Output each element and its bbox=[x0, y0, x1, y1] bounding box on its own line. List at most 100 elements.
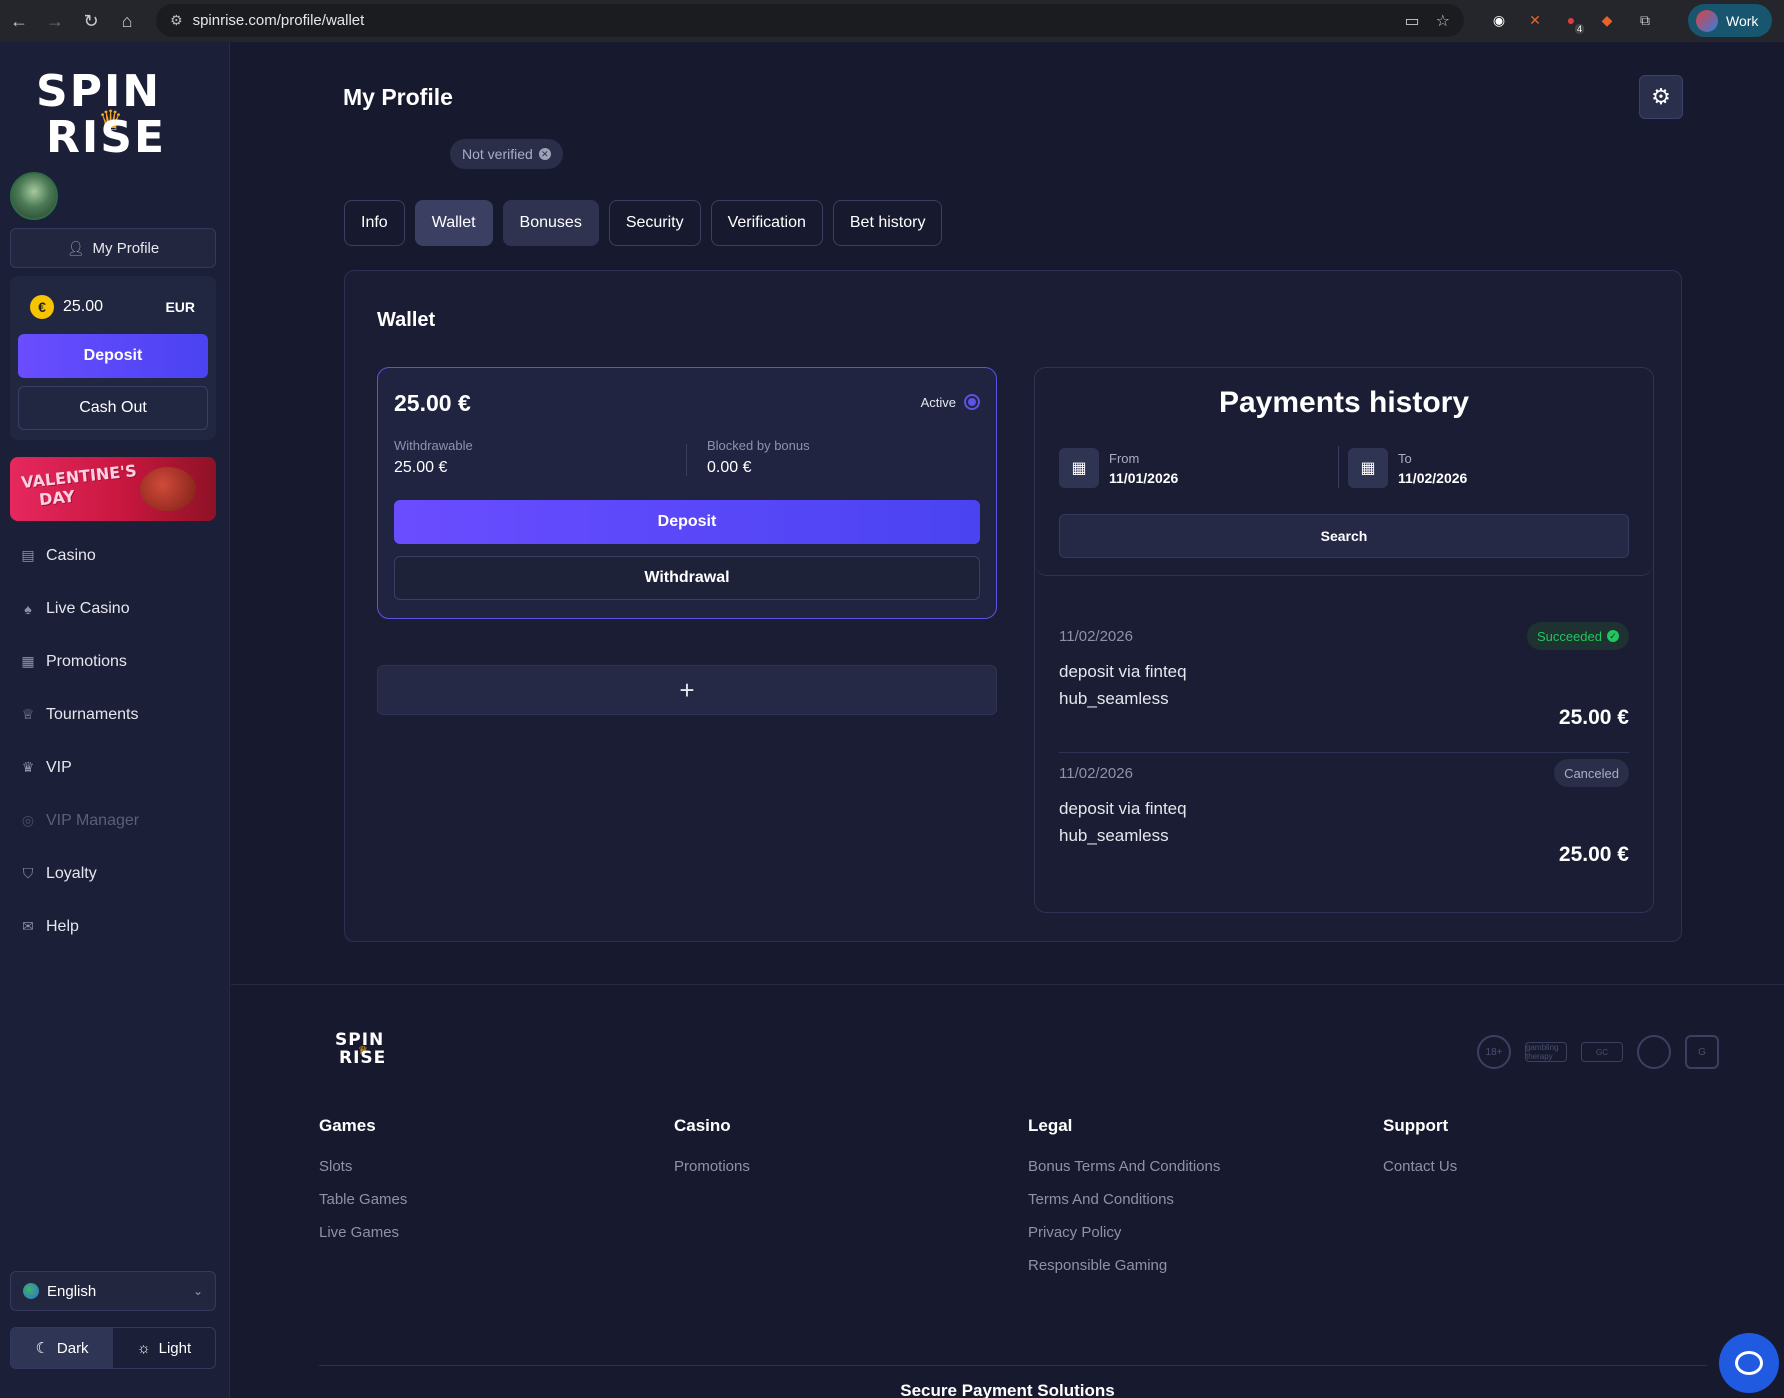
transaction-amount: 25.00 € bbox=[1558, 843, 1629, 866]
footer-link[interactable]: Promotions bbox=[674, 1158, 750, 1191]
profile-tabs: Info Wallet Bonuses Security Verificatio… bbox=[344, 200, 943, 246]
profile-chip[interactable]: Work bbox=[1688, 4, 1772, 37]
sidebar-item-vip-manager[interactable]: ◎ VIP Manager bbox=[0, 794, 230, 847]
search-button[interactable]: Search bbox=[1059, 514, 1629, 558]
live-chat-button[interactable] bbox=[1719, 1333, 1779, 1393]
back-icon[interactable]: ← bbox=[2, 4, 36, 38]
extension-icon[interactable]: ● 4 bbox=[1558, 6, 1584, 34]
valentines-promo-banner[interactable]: VALENTINE'S DAY bbox=[10, 457, 216, 521]
radio-selected-icon[interactable] bbox=[964, 394, 980, 410]
footer-heading: Games bbox=[319, 1116, 376, 1135]
tab-bet-history[interactable]: Bet history bbox=[832, 200, 943, 246]
sidebar-item-tournaments[interactable]: ♕ Tournaments bbox=[0, 688, 230, 741]
site-logo[interactable]: SPIN ♛ RISE bbox=[36, 66, 196, 166]
blocked-by-bonus-block: Blocked by bonus 0.00 € bbox=[707, 438, 810, 477]
gambling-commission-logo[interactable]: G bbox=[1685, 1035, 1719, 1069]
wallet-active-toggle[interactable]: Active bbox=[921, 394, 980, 410]
extension-icon[interactable]: ◆ bbox=[1594, 6, 1620, 34]
close-circle-icon: ✕ bbox=[538, 148, 551, 160]
forward-icon[interactable]: → bbox=[38, 4, 72, 38]
avatar[interactable] bbox=[10, 172, 58, 220]
cash-out-button[interactable]: Cash Out bbox=[18, 386, 208, 430]
status-label: Canceled bbox=[1564, 765, 1619, 781]
sidebar-item-casino[interactable]: ▤ Casino bbox=[0, 529, 230, 582]
footer-link[interactable]: Responsible Gaming bbox=[1028, 1257, 1220, 1290]
bookmark-star-icon[interactable]: ☆ bbox=[1436, 11, 1450, 31]
footer-link[interactable]: Privacy Policy bbox=[1028, 1224, 1220, 1257]
gambling-therapy-logo[interactable]: gambling therapy bbox=[1525, 1042, 1567, 1062]
calendar-icon[interactable]: ▦ bbox=[1348, 448, 1388, 488]
profile-chip-label: Work bbox=[1726, 12, 1759, 29]
extension-icon[interactable]: ✕ bbox=[1522, 6, 1548, 34]
extensions-puzzle-icon[interactable]: ⧉ bbox=[1632, 6, 1658, 34]
gc-logo[interactable]: GC bbox=[1581, 1042, 1623, 1062]
language-label: English bbox=[47, 1282, 97, 1300]
certification-logos: 18+ gambling therapy GC G bbox=[1477, 1035, 1719, 1069]
promo-text-line: VALENTINE'S bbox=[20, 461, 138, 493]
footer-heading: Legal bbox=[1028, 1116, 1073, 1135]
language-select[interactable]: English ⌄ bbox=[10, 1271, 216, 1311]
install-app-icon[interactable]: ▭ bbox=[1405, 11, 1420, 31]
sidebar-item-loyalty[interactable]: ⛉ Loyalty bbox=[0, 847, 230, 900]
euro-coin-icon: € bbox=[30, 295, 54, 319]
logo-text: RISE bbox=[46, 112, 166, 163]
gift-icon: ▦ bbox=[21, 653, 35, 669]
license-seal-icon[interactable] bbox=[1637, 1035, 1671, 1069]
my-profile-button[interactable]: 👤︎ My Profile bbox=[10, 228, 216, 268]
tab-wallet[interactable]: Wallet bbox=[414, 200, 493, 246]
footer-link[interactable]: Slots bbox=[319, 1158, 407, 1191]
footer-link[interactable]: Terms And Conditions bbox=[1028, 1191, 1220, 1224]
date-to-label: To bbox=[1398, 450, 1412, 466]
divider bbox=[1059, 752, 1629, 753]
date-to-field[interactable]: ▦ To 11/02/2026 bbox=[1348, 448, 1467, 488]
my-profile-label: My Profile bbox=[92, 239, 160, 257]
footer-link[interactable]: Bonus Terms And Conditions bbox=[1028, 1158, 1220, 1191]
tab-bonuses[interactable]: Bonuses bbox=[502, 200, 599, 246]
verification-status-label: Not verified bbox=[462, 146, 533, 162]
browser-toolbar: ← → ↻ ⌂ ⚙ spinrise.com/profile/wallet ▭ … bbox=[0, 0, 1784, 42]
settings-button[interactable]: ⚙ bbox=[1639, 75, 1683, 119]
footer-column-support: Support Contact Us bbox=[1383, 1116, 1457, 1191]
extension-icon[interactable]: ◉ bbox=[1486, 6, 1512, 34]
calendar-icon[interactable]: ▦ bbox=[1059, 448, 1099, 488]
theme-light-button[interactable]: ☼ Light bbox=[113, 1328, 215, 1368]
wallet-panel: Wallet 25.00 € Active Withdrawable 25.00… bbox=[344, 270, 1682, 942]
footer-logo[interactable]: SPIN ♛ RISE bbox=[335, 1031, 405, 1071]
sidebar-item-live-casino[interactable]: ♠ Live Casino bbox=[0, 582, 230, 635]
home-icon[interactable]: ⌂ bbox=[110, 4, 144, 38]
tab-security[interactable]: Security bbox=[608, 200, 701, 246]
wallet-deposit-button[interactable]: Deposit bbox=[394, 500, 980, 544]
theme-dark-button[interactable]: ☾ Dark bbox=[11, 1328, 113, 1368]
live-casino-icon: ♠ bbox=[24, 600, 32, 617]
wallet-withdrawal-button[interactable]: Withdrawal bbox=[394, 556, 980, 600]
address-bar[interactable]: ⚙ spinrise.com/profile/wallet ▭ ☆ bbox=[156, 4, 1464, 37]
sidebar-item-label: Help bbox=[46, 917, 79, 935]
sidebar-item-promotions[interactable]: ▦ Promotions bbox=[0, 635, 230, 688]
promo-text-line: DAY bbox=[38, 486, 76, 510]
date-from-field[interactable]: ▦ From 11/01/2026 bbox=[1059, 448, 1178, 488]
transaction-description: deposit via finteqhub_seamless bbox=[1059, 662, 1187, 708]
footer-link[interactable]: Contact Us bbox=[1383, 1158, 1457, 1191]
site-settings-icon[interactable]: ⚙ bbox=[170, 12, 183, 29]
chat-bubble-icon bbox=[1735, 1351, 1763, 1375]
logo-text: RISE bbox=[339, 1048, 387, 1068]
deposit-button[interactable]: Deposit bbox=[18, 334, 208, 378]
transaction-amount: 25.00 € bbox=[1558, 706, 1629, 729]
reload-icon[interactable]: ↻ bbox=[74, 4, 108, 38]
footer-column-casino: Casino Promotions bbox=[674, 1116, 750, 1191]
divider bbox=[1338, 446, 1339, 488]
sidebar-item-vip[interactable]: ♛ VIP bbox=[0, 741, 230, 794]
footer-link[interactable]: Table Games bbox=[319, 1191, 407, 1224]
moon-icon: ☾ bbox=[35, 1340, 49, 1357]
wallet-card[interactable]: 25.00 € Active Withdrawable 25.00 € Bloc… bbox=[377, 367, 997, 619]
footer-link[interactable]: Live Games bbox=[319, 1224, 407, 1257]
tab-info[interactable]: Info bbox=[344, 200, 405, 246]
profile-avatar bbox=[1696, 9, 1718, 32]
tab-verification[interactable]: Verification bbox=[710, 200, 823, 246]
gear-icon: ⚙ bbox=[1651, 84, 1671, 109]
footer-column-games: Games Slots Table Games Live Games bbox=[319, 1116, 407, 1257]
add-wallet-button[interactable]: + bbox=[377, 665, 997, 715]
transaction-date: 11/02/2026 bbox=[1059, 628, 1133, 645]
sidebar-item-help[interactable]: ✉ Help bbox=[0, 900, 230, 953]
panel-title: Wallet bbox=[377, 309, 436, 331]
